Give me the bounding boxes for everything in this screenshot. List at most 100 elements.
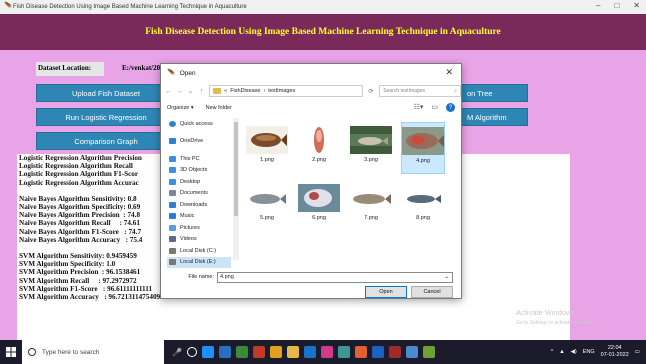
app-header: Fish Disease Detection Using Image Based… bbox=[0, 14, 646, 50]
nav-item-3d-objects[interactable]: 3D Objects bbox=[167, 165, 231, 177]
nav-item-pictures[interactable]: Pictures bbox=[167, 222, 231, 234]
nav-item-desktop[interactable]: Desktop bbox=[167, 176, 231, 188]
volume-icon[interactable]: ◀) bbox=[571, 349, 577, 355]
address-bar[interactable]: « FishDisease › testImages bbox=[209, 85, 363, 97]
fish-thumbnail bbox=[246, 126, 288, 154]
app-icon[interactable] bbox=[405, 346, 418, 358]
scrollbar-thumb[interactable] bbox=[234, 122, 238, 216]
file-item[interactable]: 3.png bbox=[349, 122, 393, 174]
file-item[interactable]: 5.png bbox=[245, 180, 289, 232]
run-logistic-regression-button[interactable]: Run Logistic Regression bbox=[36, 108, 176, 126]
file-item-selected[interactable]: 4.png bbox=[401, 122, 445, 174]
dataset-location-label: Dataset Location: bbox=[36, 62, 104, 76]
view-options-icon[interactable]: ☷▾ bbox=[414, 103, 424, 112]
forward-arrow-icon[interactable]: → bbox=[176, 88, 183, 95]
open-button[interactable]: Open bbox=[365, 286, 407, 298]
fish-thumbnail bbox=[402, 127, 444, 155]
clock-time: 22:04 bbox=[607, 345, 622, 351]
microphone-icon[interactable]: 🎤 bbox=[172, 348, 182, 357]
app-icon[interactable] bbox=[422, 346, 435, 358]
window-controls: – □ ✕ bbox=[596, 1, 640, 10]
task-view-icon[interactable] bbox=[186, 347, 197, 357]
new-folder-button[interactable]: New folder bbox=[206, 105, 232, 111]
file-item[interactable]: 8.png bbox=[401, 180, 445, 232]
language-indicator[interactable]: ENG bbox=[583, 349, 595, 355]
tray-chevron-icon[interactable]: ^ bbox=[551, 349, 554, 355]
file-item[interactable]: 2.png bbox=[297, 122, 341, 174]
file-item[interactable]: 6.png bbox=[297, 180, 341, 232]
activate-windows-watermark: Activate Windows bbox=[516, 308, 576, 317]
up-arrow-icon[interactable]: ↑ bbox=[198, 88, 205, 95]
taskbar: Type here to search 🎤 ^ ▲ ◀) ENG 22:04 0… bbox=[0, 340, 646, 364]
navigation-pane: Quick access OneDrive This PC 3D Objects… bbox=[167, 118, 231, 268]
filename-label: File name: bbox=[188, 274, 214, 280]
taskbar-search[interactable]: Type here to search bbox=[22, 340, 164, 364]
app-icon[interactable] bbox=[235, 346, 248, 358]
dialog-titlebar: 🪶 Open ✕ bbox=[161, 64, 461, 82]
dialog-search-placeholder: Search testImages bbox=[383, 88, 425, 94]
start-button[interactable] bbox=[0, 340, 22, 364]
filename-input[interactable]: 4.png ⌄ bbox=[217, 271, 453, 283]
view-controls: ☷▾ ▭ ? bbox=[414, 103, 455, 112]
dialog-close-icon[interactable]: ✕ bbox=[445, 67, 453, 78]
breadcrumb-fishdisease[interactable]: FishDisease bbox=[230, 88, 260, 94]
app-icon[interactable] bbox=[371, 346, 384, 358]
desktop: 🪶 Fish Disease Detection Using Image Bas… bbox=[0, 0, 646, 364]
app-icon[interactable] bbox=[337, 346, 350, 358]
clock-date: 07-01-2022 bbox=[600, 352, 629, 358]
edge-icon[interactable] bbox=[201, 346, 214, 358]
nav-scrollbar[interactable] bbox=[233, 118, 239, 260]
nav-item-local-disk-e[interactable]: Local Disk (E:) bbox=[167, 256, 231, 268]
help-icon[interactable]: ? bbox=[446, 103, 455, 112]
app-titlebar: 🪶 Fish Disease Detection Using Image Bas… bbox=[0, 0, 646, 14]
close-icon[interactable]: ✕ bbox=[633, 1, 640, 10]
fish-thumbnail bbox=[298, 126, 340, 154]
music-icon bbox=[169, 213, 176, 220]
run-svm-algorithm-button[interactable]: M Algorithm bbox=[454, 108, 528, 126]
file-item[interactable]: 1.png bbox=[245, 122, 289, 174]
notification-icon[interactable]: ▭ bbox=[635, 349, 640, 355]
app-icon[interactable] bbox=[320, 346, 333, 358]
app-icon[interactable] bbox=[303, 346, 316, 358]
nav-item-this-pc[interactable]: This PC bbox=[167, 153, 231, 165]
nav-item-local-disk-c[interactable]: Local Disk (C:) bbox=[167, 245, 231, 257]
nav-item-videos[interactable]: Videos bbox=[167, 234, 231, 246]
nav-item-documents[interactable]: Documents bbox=[167, 188, 231, 200]
chevron-down-icon[interactable]: ⌄ bbox=[444, 274, 449, 280]
recent-dropdown-icon[interactable]: ⌄ bbox=[187, 87, 194, 95]
dialog-search-input[interactable]: Search testImages ⌕ bbox=[379, 85, 462, 97]
organize-menu[interactable]: Organize ▾ bbox=[167, 105, 194, 111]
breadcrumb-testimages[interactable]: testImages bbox=[268, 88, 295, 94]
document-icon bbox=[169, 190, 176, 197]
clock[interactable]: 22:04 07-01-2022 bbox=[601, 345, 629, 359]
app-feather-icon: 🪶 bbox=[4, 3, 13, 10]
app-icon[interactable] bbox=[354, 346, 367, 358]
drive-icon bbox=[169, 259, 176, 266]
upload-dataset-button[interactable]: Upload Fish Dataset bbox=[36, 84, 176, 102]
comparison-graph-button[interactable]: Comparison Graph bbox=[36, 132, 176, 150]
system-tray: ^ ▲ ◀) ENG 22:04 07-01-2022 ▭ bbox=[551, 345, 646, 359]
folder-icon bbox=[213, 88, 222, 94]
video-icon bbox=[169, 236, 176, 243]
preview-pane-icon[interactable]: ▭ bbox=[431, 103, 438, 112]
desktop-icon bbox=[169, 178, 176, 185]
cancel-button[interactable]: Cancel bbox=[411, 286, 453, 298]
fish-thumbnail bbox=[402, 184, 444, 212]
app-icon[interactable] bbox=[218, 346, 231, 358]
nav-item-onedrive[interactable]: OneDrive bbox=[167, 136, 231, 148]
run-decision-tree-button[interactable]: on Tree bbox=[454, 84, 528, 102]
nav-item-music[interactable]: Music bbox=[167, 211, 231, 223]
network-icon[interactable]: ▲ bbox=[559, 349, 564, 355]
app-icon[interactable] bbox=[269, 346, 282, 358]
minimize-icon[interactable]: – bbox=[596, 1, 600, 10]
app-icon[interactable] bbox=[388, 346, 401, 358]
nav-item-quick-access[interactable]: Quick access bbox=[167, 118, 231, 130]
breadcrumb-more[interactable]: « bbox=[224, 88, 227, 94]
nav-item-downloads[interactable]: Downloads bbox=[167, 199, 231, 211]
file-item[interactable]: 7.png bbox=[349, 180, 393, 232]
app-icon[interactable] bbox=[252, 346, 265, 358]
back-arrow-icon[interactable]: ← bbox=[165, 88, 172, 95]
file-explorer-icon[interactable] bbox=[286, 346, 299, 358]
refresh-icon[interactable]: ⟳ bbox=[367, 88, 376, 95]
maximize-icon[interactable]: □ bbox=[614, 1, 619, 10]
